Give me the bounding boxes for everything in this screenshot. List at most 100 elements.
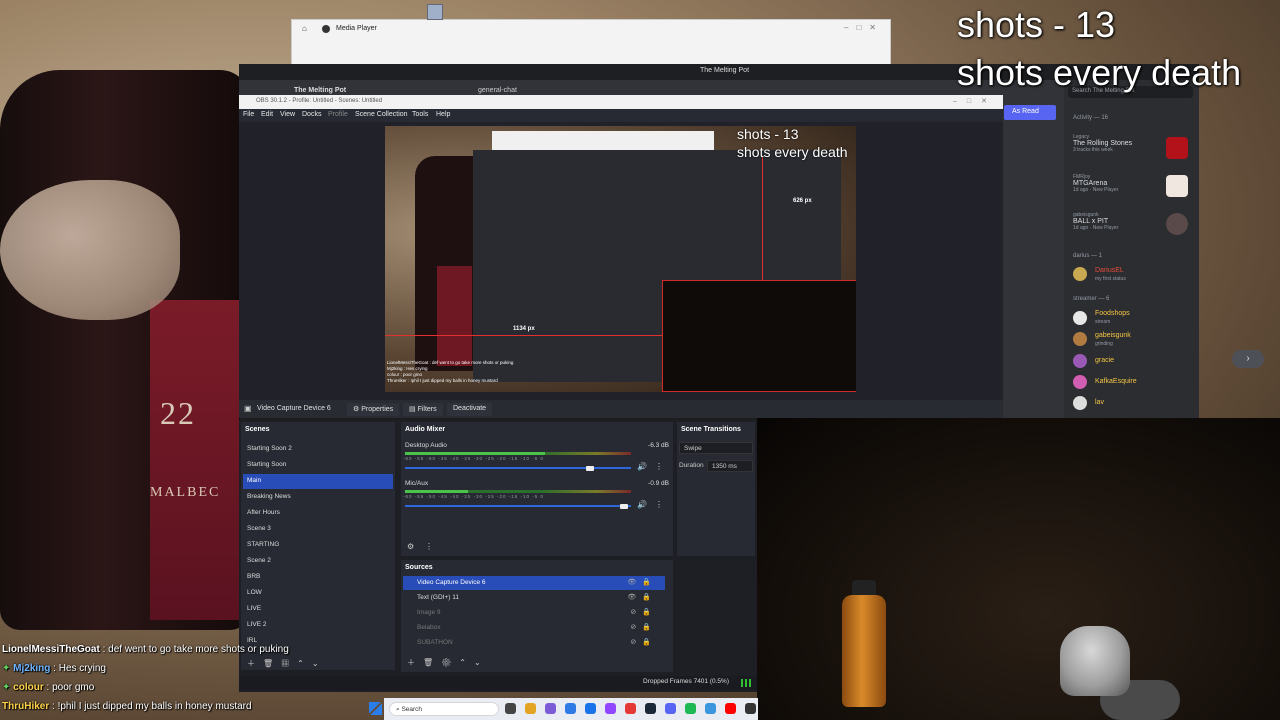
desktop-audio-volume-slider[interactable] [405, 467, 631, 469]
opera-icon[interactable] [625, 703, 636, 714]
obs-menubar: File Edit View Docks Profile Scene Colle… [239, 109, 1003, 122]
mixer-menu-icon[interactable]: ⋮ [425, 542, 433, 551]
scene-item[interactable]: Starting Soon [243, 458, 393, 473]
member-name[interactable]: gracie [1095, 357, 1114, 364]
media-file-icon[interactable] [427, 4, 443, 20]
source-toolbar: ▣ Video Capture Device 6 ⚙ Properties ▤ … [239, 400, 1003, 418]
window-controls[interactable]: –□✕ [844, 23, 884, 32]
app-icon[interactable] [705, 703, 716, 714]
measure-label-vertical: 626 px [793, 198, 812, 204]
visibility-lock-icons[interactable]: 👁🔒 [627, 593, 657, 601]
activity-item[interactable]: Legacy The Rolling Stones 3 tracks this … [1073, 134, 1132, 153]
menu-edit[interactable]: Edit [261, 111, 273, 118]
youtube-icon[interactable] [725, 703, 736, 714]
discord-channel-name[interactable]: general-chat [478, 87, 517, 94]
chat-message: ✦ Mj2king : Hes crying [2, 663, 106, 674]
member-name[interactable]: lav [1095, 399, 1104, 406]
desktop-audio-volume-knob[interactable] [586, 466, 595, 471]
scene-item[interactable]: LIVE [243, 602, 393, 617]
source-item[interactable]: Text (GDI+) 11 👁🔒 [403, 591, 665, 605]
scene-item[interactable]: Scene 2 [243, 554, 393, 569]
preview-selected-source[interactable] [662, 280, 856, 392]
next-arrow-button[interactable]: › [1232, 350, 1264, 368]
speaker-icon[interactable]: 🔊 [637, 462, 647, 471]
obs-icon[interactable] [745, 703, 756, 714]
source-controls[interactable]: ＋🗑⚙⌃⌄ [407, 657, 489, 668]
media-player-icon [322, 25, 330, 33]
visibility-lock-icons[interactable]: ⊘🔒 [630, 638, 657, 646]
menu-file[interactable]: File [243, 111, 254, 118]
menu-tools[interactable]: Tools [412, 111, 428, 118]
file-explorer-icon[interactable] [525, 703, 536, 714]
avatar[interactable] [1073, 332, 1087, 346]
filters-button[interactable]: ▤ Filters [403, 403, 443, 416]
scene-item[interactable]: LOW [243, 586, 393, 601]
edge-icon[interactable] [565, 703, 576, 714]
discord-icon[interactable] [665, 703, 676, 714]
mixer-settings-icon[interactable]: ⚙ [407, 542, 414, 551]
scene-item[interactable]: BRB [243, 570, 393, 585]
transition-select[interactable]: Swipe [679, 442, 753, 454]
visibility-lock-icons[interactable]: ⊘🔒 [630, 623, 657, 631]
more-options-icon[interactable]: ⋮ [655, 462, 663, 471]
visibility-lock-icons[interactable]: ⊘🔒 [630, 608, 657, 616]
obs-preview[interactable]: 626 px 1134 px shots - 13 shots every de… [385, 126, 856, 392]
scene-item[interactable]: Scene 3 [243, 522, 393, 537]
task-view-icon[interactable] [505, 703, 516, 714]
deactivate-button[interactable]: Deactivate [447, 403, 493, 416]
avatar[interactable] [1073, 354, 1087, 368]
scene-item[interactable]: Breaking News [243, 490, 393, 505]
menu-docks[interactable]: Docks [302, 111, 321, 118]
member-name[interactable]: Foodshops [1095, 310, 1130, 317]
properties-button[interactable]: ⚙ Properties [347, 403, 400, 416]
spotify-icon[interactable] [685, 703, 696, 714]
scene-item[interactable]: Starting Soon 2 [243, 442, 393, 457]
member-name[interactable]: KafkaEsquire [1095, 378, 1137, 385]
source-item-active[interactable]: Video Capture Device 6 👁🔒 [403, 576, 665, 590]
preview-shots-text: shots - 13 shots every death [737, 126, 848, 160]
webcam-feed [757, 418, 1280, 720]
scene-item[interactable]: After Hours [243, 506, 393, 521]
measure-line [385, 335, 662, 336]
more-options-icon[interactable]: ⋮ [655, 500, 663, 509]
member-name[interactable]: gabeisgunk [1095, 332, 1131, 339]
mic-aux-label: Mic/Aux [405, 480, 429, 487]
menu-scene-collection[interactable]: Scene Collection [355, 111, 408, 118]
window-controls[interactable]: –□✕ [953, 97, 997, 105]
app-icon[interactable] [545, 703, 556, 714]
scene-controls[interactable]: ＋🗑▦⌃⌄ [247, 658, 327, 669]
avatar[interactable] [1073, 375, 1087, 389]
avatar[interactable] [1073, 396, 1087, 410]
menu-help[interactable]: Help [436, 111, 450, 118]
scene-item[interactable]: LIVE 2 [243, 618, 393, 633]
chrome-icon[interactable] [585, 703, 596, 714]
mic-aux-volume-slider[interactable] [405, 505, 631, 507]
source-item[interactable]: Image 9 ⊘🔒 [403, 606, 665, 620]
mic-aux-volume-knob[interactable] [620, 504, 629, 509]
activity-item[interactable]: gabeisgunk BALL x PIT 1d ago · New Playe… [1073, 212, 1118, 231]
source-item[interactable]: Belabox ⊘🔒 [403, 621, 665, 635]
mark-as-read-button[interactable]: As Read [1004, 105, 1056, 120]
activity-item[interactable]: FMRjoy MTGArena 1d ago · New Player [1073, 174, 1118, 193]
sources-title: Sources [405, 564, 433, 571]
windows-start-icon[interactable] [369, 702, 382, 715]
visibility-lock-icons[interactable]: 👁🔒 [627, 578, 657, 586]
member-name[interactable]: DariusEL [1095, 267, 1124, 274]
menu-view[interactable]: View [280, 111, 295, 118]
avatar[interactable] [1073, 267, 1087, 281]
media-player-window[interactable]: ⌂ Media Player –□✕ [291, 19, 891, 65]
hand [0, 180, 180, 320]
taskbar-search[interactable]: ⌕ Search [389, 702, 499, 716]
speaker-icon[interactable]: 🔊 [637, 500, 647, 509]
steam-icon[interactable] [645, 703, 656, 714]
desktop-audio-label: Desktop Audio [405, 442, 447, 449]
duration-input[interactable]: 1350 ms [707, 460, 753, 472]
avatar[interactable] [1073, 311, 1087, 325]
scene-item-active[interactable]: Main [243, 474, 393, 489]
source-item[interactable]: SUBATHON ⊘🔒 [403, 636, 665, 650]
menu-profile[interactable]: Profile [328, 111, 348, 118]
scene-item[interactable]: STARTING [243, 538, 393, 553]
home-icon[interactable]: ⌂ [302, 24, 307, 33]
discord-server-name[interactable]: The Melting Pot [294, 87, 346, 94]
twitch-icon[interactable] [605, 703, 616, 714]
